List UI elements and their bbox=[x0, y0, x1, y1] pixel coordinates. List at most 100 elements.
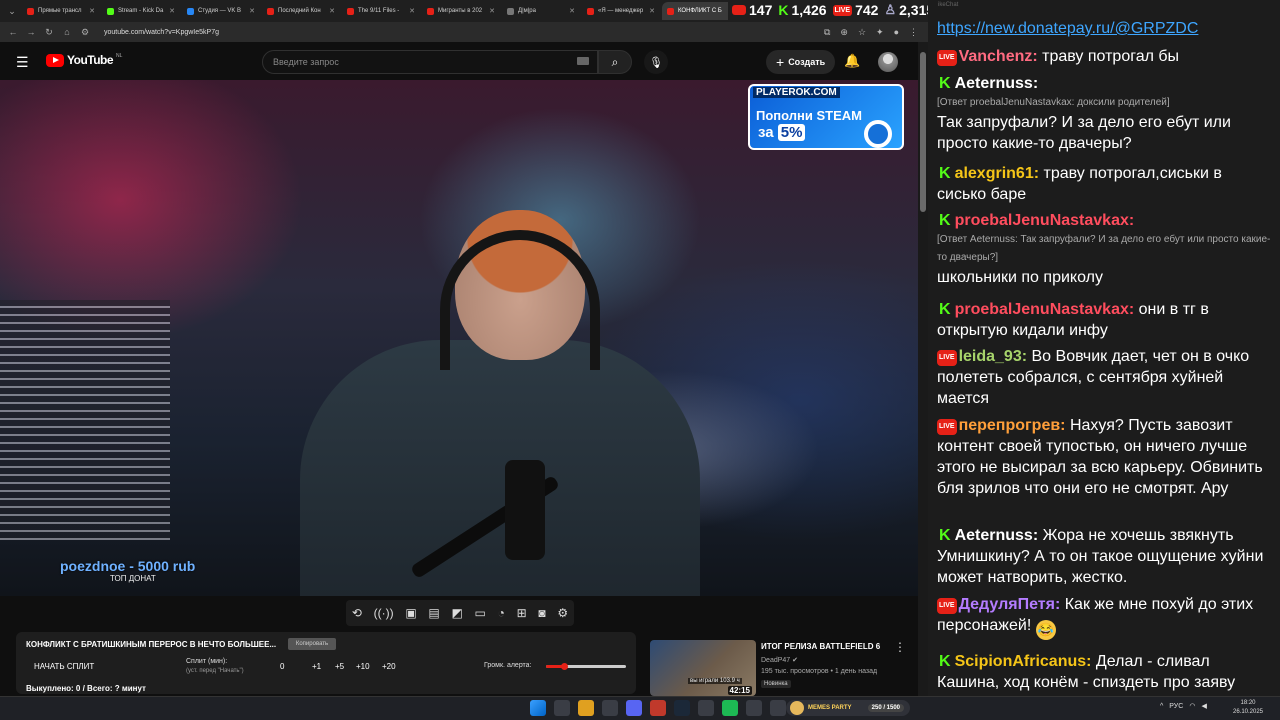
close-icon[interactable]: ✕ bbox=[169, 7, 175, 15]
extensions-icon[interactable]: ✦ bbox=[876, 27, 884, 38]
search-icon: ⌕ bbox=[611, 54, 619, 69]
split-value-button[interactable]: +10 bbox=[356, 662, 370, 671]
app-icon[interactable] bbox=[698, 700, 714, 716]
install-icon[interactable]: ⧉ bbox=[824, 27, 830, 38]
page-scrollbar[interactable] bbox=[918, 42, 928, 696]
back-icon[interactable]: ← bbox=[8, 27, 18, 37]
close-icon[interactable]: ✕ bbox=[569, 7, 575, 15]
video-player[interactable]: poezdnoe - 5000 rub ТОП ДОНАТ PLAYEROK.C… bbox=[0, 80, 918, 596]
search-icon[interactable] bbox=[554, 700, 570, 716]
reload-icon[interactable]: ↻ bbox=[44, 27, 54, 38]
browser-tab[interactable]: Студия — VK B ✕ bbox=[182, 2, 260, 20]
chat-window-title: ikeChat bbox=[938, 2, 959, 8]
youtube-logo[interactable]: YouTube NL bbox=[46, 53, 122, 67]
tray-arrow-icon[interactable]: ^ bbox=[1160, 703, 1163, 710]
close-icon[interactable]: ✕ bbox=[649, 7, 655, 15]
close-icon[interactable]: ✕ bbox=[89, 7, 95, 15]
plus-icon: + bbox=[776, 54, 785, 70]
steam-icon bbox=[864, 120, 892, 148]
copy-button[interactable]: Копировать bbox=[288, 638, 336, 650]
donation-link[interactable]: https://new.donatepay.ru/@GRPZDC bbox=[937, 20, 1198, 38]
url-field[interactable]: youtube.com/watch?v=KpgwIe5kP7g bbox=[104, 29, 219, 36]
close-icon[interactable]: ✕ bbox=[409, 7, 415, 15]
verified-icon: ✔ bbox=[792, 657, 799, 664]
steam-icon[interactable] bbox=[674, 700, 690, 716]
search-input[interactable] bbox=[273, 57, 563, 67]
system-clock[interactable]: 18:20 26.10.2025 bbox=[1228, 699, 1268, 717]
browser-tab[interactable]: The 9/11 Files - ✕ bbox=[342, 2, 420, 20]
start-split-button[interactable]: НАЧАТЬ СПЛИТ bbox=[34, 662, 94, 671]
browser-tab[interactable]: «Я — менеджер ✕ bbox=[582, 2, 660, 20]
recommended-title[interactable]: ИТОГ РЕЛИЗА BATTLEFIELD 6 bbox=[761, 642, 880, 651]
site-info-icon[interactable]: ⚙ bbox=[80, 27, 90, 38]
discord-icon[interactable] bbox=[626, 700, 642, 716]
create-button[interactable]: + Создать bbox=[766, 50, 836, 74]
recommended-channel[interactable]: DeadP47 ✔ bbox=[761, 656, 798, 664]
notifications-bell-icon[interactable]: 🔔 bbox=[844, 53, 860, 69]
top-donation-name: poezdnoe - 5000 rub bbox=[60, 558, 196, 574]
spotify-icon[interactable] bbox=[722, 700, 738, 716]
bookmark-star-icon[interactable]: ☆ bbox=[858, 27, 866, 38]
split-value-button[interactable]: +20 bbox=[382, 662, 396, 671]
translate-icon[interactable]: ⊕ bbox=[840, 27, 848, 38]
audio-icon[interactable]: ((·)) bbox=[374, 606, 394, 620]
video-scene-piano bbox=[0, 300, 170, 540]
add-icon[interactable]: ⊞ bbox=[517, 606, 527, 620]
video-thumbnail[interactable]: вы играли 103.9 ч 42:15 bbox=[650, 640, 756, 696]
keyboard-icon[interactable] bbox=[577, 57, 589, 65]
home-icon[interactable]: ⌂ bbox=[62, 27, 72, 37]
system-tray: ^ РУС ◠ ◀ bbox=[1160, 702, 1207, 711]
app-icon[interactable] bbox=[746, 700, 762, 716]
profile-icon[interactable]: ● bbox=[894, 27, 899, 37]
close-icon[interactable]: ✕ bbox=[489, 7, 495, 15]
screenshot-icon[interactable]: ◙ bbox=[538, 606, 545, 620]
multichat-panel: ikeChat https://new.donatepay.ru/@GRPZDC… bbox=[928, 0, 1280, 696]
split-value-button[interactable]: +1 bbox=[312, 662, 321, 671]
windows-start-icon[interactable] bbox=[530, 700, 546, 716]
loop-icon[interactable]: ⟲ bbox=[352, 606, 362, 620]
volume-icon[interactable]: ◀ bbox=[1201, 702, 1206, 710]
app-icon[interactable] bbox=[650, 700, 666, 716]
obs-icon[interactable] bbox=[602, 700, 618, 716]
tab-search-icon[interactable]: ⌄ bbox=[4, 3, 20, 19]
wifi-icon[interactable]: ◠ bbox=[1189, 702, 1195, 710]
browser-tab[interactable]: Прямые трансл ✕ bbox=[22, 2, 100, 20]
browser-tab[interactable]: Д|м|ра ✕ bbox=[502, 2, 580, 20]
close-icon[interactable]: ✕ bbox=[249, 7, 255, 15]
menu-burger-icon[interactable]: ☰ bbox=[16, 54, 30, 71]
browser-tab[interactable]: Мигранты в 202 ✕ bbox=[422, 2, 500, 20]
vk-live-icon: LIVE bbox=[937, 50, 957, 66]
more-options-icon[interactable]: ⋮ bbox=[894, 640, 906, 654]
theater-icon[interactable]: ▭ bbox=[475, 606, 486, 620]
recommended-video[interactable]: вы играли 103.9 ч 42:15 ИТОГ РЕЛИЗА BATT… bbox=[650, 640, 918, 696]
alert-volume-slider[interactable] bbox=[546, 663, 626, 670]
browser-tab[interactable]: Последний Кон ✕ bbox=[262, 2, 340, 20]
settings-gear-icon[interactable]: ⚙ bbox=[557, 606, 568, 620]
promo-banner[interactable]: PLAYEROK.COM Пополни STEAM за 5% bbox=[748, 84, 904, 150]
screen-icon[interactable]: ▣ bbox=[405, 606, 416, 620]
search-button[interactable]: ⌕ bbox=[598, 50, 632, 74]
forward-icon[interactable]: → bbox=[26, 27, 36, 37]
account-avatar[interactable] bbox=[878, 52, 898, 72]
kick-icon: K bbox=[939, 301, 951, 318]
split-value-button[interactable]: 0 bbox=[280, 662, 284, 671]
windows-taskbar: MEMES PARTY 250 / 1500 ^ РУС ◠ ◀ 18:20 2… bbox=[0, 696, 1280, 720]
speed-icon[interactable]: ◔ bbox=[498, 606, 505, 620]
chat-message: K Aeternuss: [Ответ proebalJenuNastavkax:… bbox=[937, 75, 1231, 152]
address-bar-actions: ⧉ ⊕ ☆ ✦ ● ⋮ bbox=[824, 27, 928, 38]
voice-search-button[interactable]: 🎙 bbox=[644, 50, 668, 74]
split-value-button[interactable]: +5 bbox=[335, 662, 344, 671]
memes-party-widget[interactable]: MEMES PARTY 250 / 1500 bbox=[786, 700, 910, 716]
close-icon[interactable]: ✕ bbox=[329, 7, 335, 15]
chrome-icon[interactable] bbox=[578, 700, 594, 716]
pip-icon[interactable]: ◩ bbox=[451, 606, 462, 620]
alert-volume-knob[interactable] bbox=[560, 663, 568, 670]
video-scene-streamer-body bbox=[300, 340, 700, 596]
youtube-icon bbox=[267, 7, 274, 15]
clapper-icon[interactable]: ▤ bbox=[428, 606, 439, 620]
app-icon[interactable] bbox=[770, 700, 786, 716]
menu-icon[interactable]: ⋮ bbox=[909, 27, 918, 38]
scrollbar-thumb[interactable] bbox=[920, 52, 926, 212]
browser-tab[interactable]: Stream - Kick Da ✕ bbox=[102, 2, 180, 20]
language-indicator[interactable]: РУС bbox=[1169, 703, 1183, 710]
